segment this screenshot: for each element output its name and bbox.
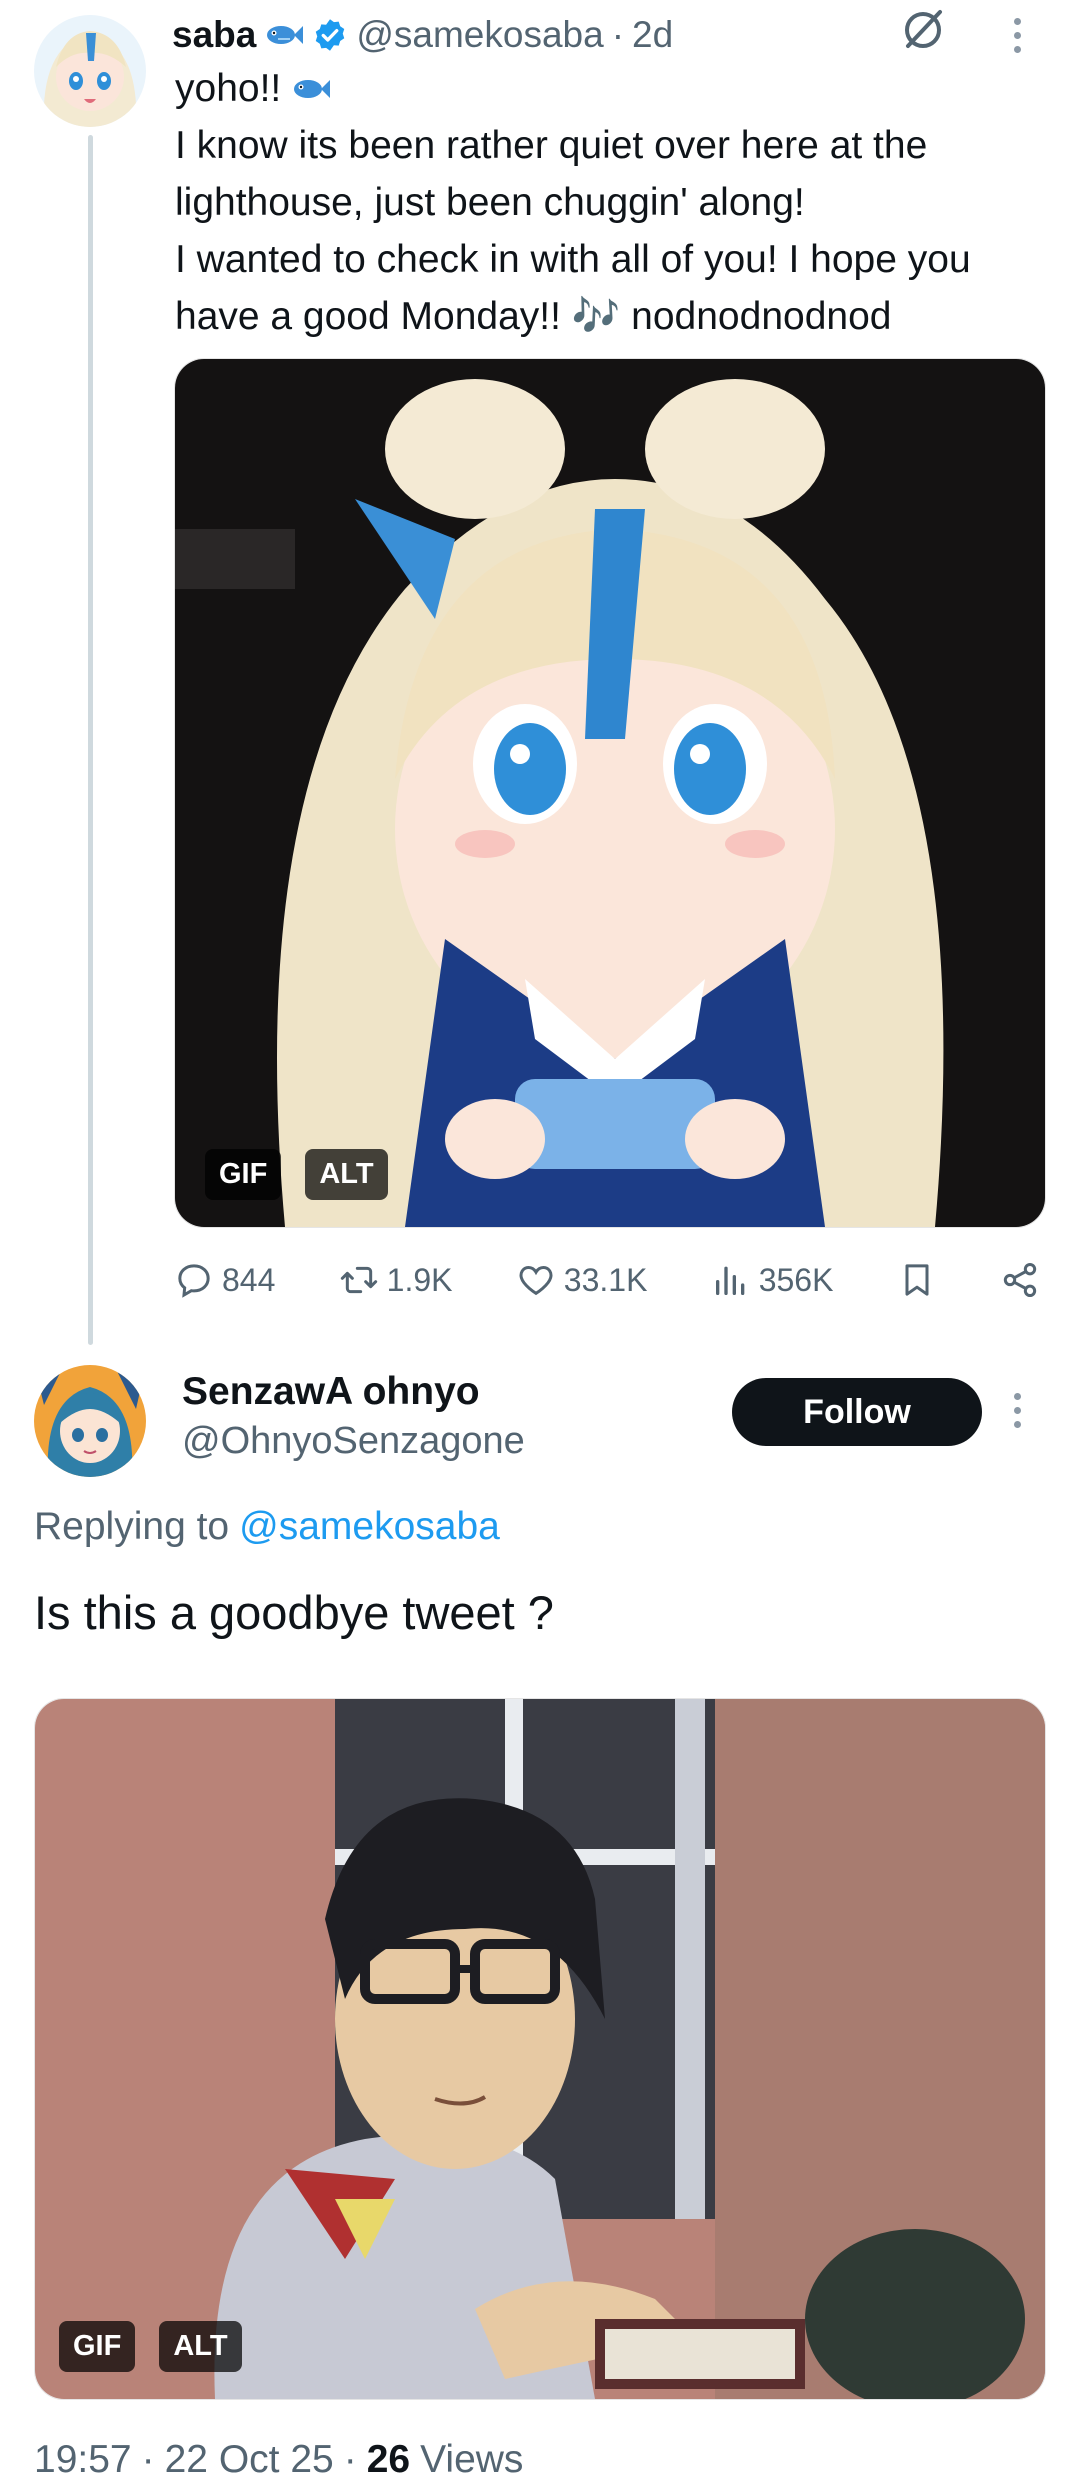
reply-text: Is this a goodbye tweet ?	[34, 1586, 554, 1639]
reply-meta-line: 19:57 · 22 Oct 25 · 26 Views	[34, 2438, 523, 2482]
grok-icon[interactable]	[898, 4, 948, 54]
tweet-gif-media[interactable]: GIF ALT	[174, 358, 1046, 1228]
tweet-text-first-line: yoho!!	[175, 60, 1055, 117]
senzawa-avatar[interactable]	[34, 1365, 146, 1477]
gif-badges: GIF ALT	[205, 1149, 388, 1200]
follow-button[interactable]: Follow	[732, 1378, 982, 1446]
tweet-text-body: I know its been rather quiet over here a…	[175, 124, 971, 338]
reply-gif-badge: GIF	[59, 2321, 136, 2372]
more-icon[interactable]	[1014, 18, 1021, 53]
reply-time[interactable]: 19:57	[34, 2438, 132, 2482]
reply-date[interactable]: 22 Oct 25	[165, 2438, 334, 2482]
author-handle[interactable]: @samekosaba	[356, 14, 603, 56]
fish-emoji-icon	[264, 20, 304, 50]
repost-button[interactable]: 1.9K	[339, 1260, 453, 1300]
reply-author-display-name[interactable]: SenzawA ohnyo	[182, 1370, 480, 1414]
share-icon	[1003, 1263, 1037, 1297]
gif-badge: GIF	[205, 1149, 282, 1200]
reply-views-label: Views	[420, 2438, 524, 2481]
reply-gif-media[interactable]: GIF ALT	[34, 1698, 1046, 2400]
time-separator: ·	[611, 14, 625, 55]
bookmark-icon	[905, 1264, 929, 1296]
meta-separator: ·	[141, 2438, 155, 2481]
meta-separator: ·	[343, 2438, 357, 2481]
view-count: 356K	[758, 1261, 834, 1298]
replying-to-line: Replying to @samekosaba	[34, 1505, 500, 1549]
repost-count: 1.9K	[386, 1261, 453, 1298]
like-icon	[519, 1265, 553, 1296]
like-count: 33.1K	[563, 1261, 648, 1298]
replying-to-label: Replying to	[34, 1505, 230, 1548]
thread-connector-line	[88, 135, 93, 1345]
saba-avatar[interactable]	[34, 15, 146, 127]
views-button[interactable]: 356K	[711, 1260, 834, 1300]
like-button[interactable]: 33.1K	[516, 1260, 648, 1300]
reply-author-handle[interactable]: @OhnyoSenzagone	[182, 1420, 525, 1463]
replying-to-handle-link[interactable]: @samekosaba	[239, 1505, 500, 1549]
bookmark-button[interactable]	[897, 1260, 937, 1300]
share-button[interactable]	[1000, 1260, 1040, 1300]
tweet-header: saba @samekosaba · 2d	[172, 10, 673, 60]
verified-badge-icon	[312, 17, 348, 53]
tweet-text-greeting: yoho!!	[175, 67, 282, 110]
reply-count: 844	[222, 1261, 276, 1298]
tweet-age[interactable]: 2d	[632, 14, 673, 56]
fish-emoji-icon	[291, 74, 331, 104]
reply-views-count: 26	[366, 2438, 411, 2481]
reply-gif-badges: GIF ALT	[59, 2321, 242, 2372]
reply-button[interactable]: 844	[174, 1260, 275, 1300]
author-display-name[interactable]: saba	[172, 14, 256, 56]
tweet-text: yoho!! I know its been rather quiet over…	[175, 60, 1055, 345]
anime-man-butterfly-illustration	[35, 1699, 1045, 2399]
views-icon	[715, 1266, 745, 1295]
tweet-action-bar: 844 1.9K 33.1K 356K	[174, 1252, 1040, 1308]
reply-alt-badge[interactable]: ALT	[159, 2321, 242, 2372]
repost-icon	[340, 1266, 377, 1294]
anime-character-illustration	[175, 359, 1045, 1227]
reply-more-icon[interactable]	[1014, 1393, 1021, 1428]
reply-icon	[178, 1264, 210, 1298]
alt-badge[interactable]: ALT	[305, 1149, 388, 1200]
